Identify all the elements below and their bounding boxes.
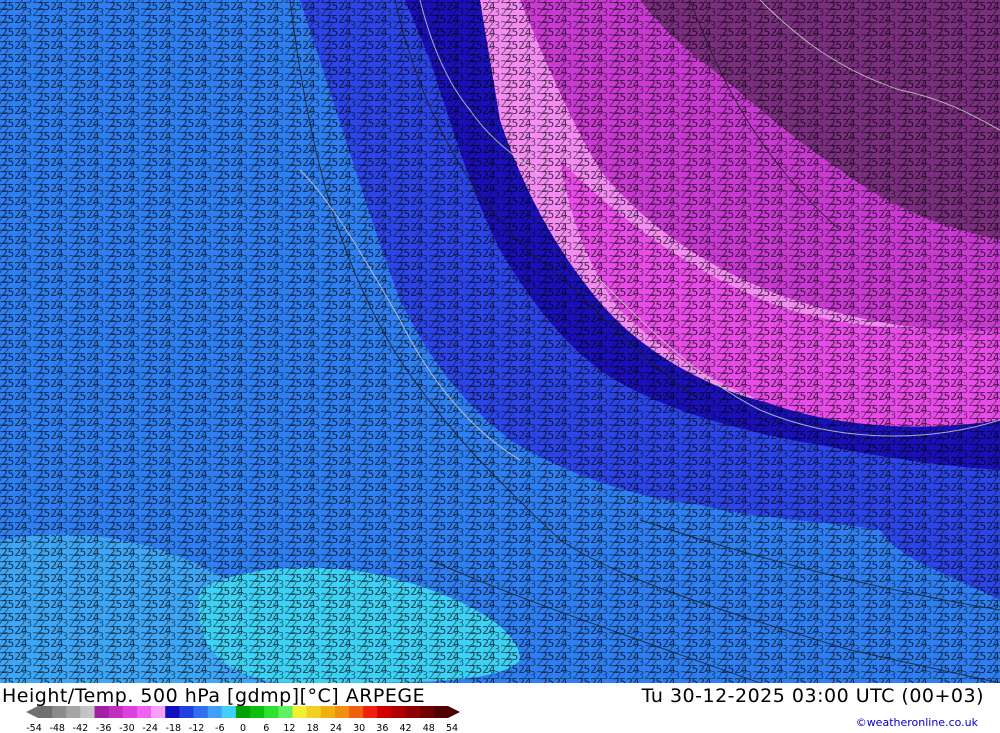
scale-swatch — [52, 706, 67, 718]
weather-map: 2524 2322 — [0, 0, 1000, 683]
scale-tick-label: 36 — [376, 723, 388, 733]
map-datetime: Tu 30-12-2025 03:00 UTC (00+03) — [641, 685, 984, 707]
scale-tick-label: 54 — [446, 723, 458, 733]
scale-swatch — [292, 706, 308, 718]
scale-swatch — [235, 706, 251, 718]
scale-swatch — [94, 706, 110, 718]
scale-tick-label: -24 — [142, 723, 158, 733]
scale-tick-label: 48 — [423, 723, 435, 733]
scale-swatch — [320, 706, 336, 718]
scale-swatch — [38, 706, 53, 718]
scale-swatch — [334, 706, 350, 718]
scale-tick-label: 18 — [307, 723, 319, 733]
scale-arrow-left — [26, 706, 38, 718]
scale-swatch — [278, 706, 293, 718]
scale-tick-label: 0 — [240, 723, 246, 733]
scale-tick-label: -6 — [215, 723, 224, 733]
scale-tick-label: 24 — [330, 723, 342, 733]
scale-swatch — [221, 706, 237, 718]
scale-swatch — [419, 706, 435, 718]
scale-tick-label: -18 — [166, 723, 182, 733]
scale-swatch — [179, 706, 195, 718]
scale-tick-label: -48 — [49, 723, 65, 733]
scale-swatch — [193, 706, 209, 718]
scale-arrow-right — [448, 706, 460, 718]
scale-tick-label: -36 — [96, 723, 112, 733]
scale-tick-label: 12 — [283, 723, 295, 733]
scale-tick-label: 42 — [400, 723, 412, 733]
scale-swatch — [349, 706, 364, 718]
scale-swatch — [250, 706, 265, 718]
scale-swatch — [405, 706, 421, 718]
scale-swatch — [306, 706, 322, 718]
credit-link[interactable]: ©weatheronline.co.uk — [856, 716, 978, 729]
scale-swatch — [122, 706, 138, 718]
scale-tick-label: 6 — [263, 723, 269, 733]
scale-swatch — [391, 706, 407, 718]
scale-swatch — [151, 706, 166, 718]
scale-swatch — [165, 706, 180, 718]
scale-swatch — [433, 706, 449, 718]
scale-tick-label: 30 — [353, 723, 365, 733]
scale-tick-label: -42 — [73, 723, 89, 733]
scale-swatch — [207, 706, 223, 718]
scale-tick-label: -12 — [189, 723, 205, 733]
scale-tick-label: -54 — [26, 723, 42, 733]
scale-tick-label: -30 — [119, 723, 135, 733]
color-scale-legend: -54 -48 -42 -36 -30 -24 -18 -12 -6 0 6 12 18 24 30 36 42… — [26, 706, 460, 733]
scale-swatch — [66, 706, 81, 718]
scale-swatch — [363, 706, 378, 718]
map-footer: Height/Temp. 500 hPa [gdmp][°C] ARPEGE T… — [0, 683, 1000, 733]
scale-swatch — [80, 706, 96, 718]
scale-swatch — [136, 706, 152, 718]
scale-swatch — [264, 706, 279, 718]
map-title: Height/Temp. 500 hPa [gdmp][°C] ARPEGE — [2, 685, 426, 707]
scale-swatch — [377, 706, 392, 718]
scale-swatch — [108, 706, 124, 718]
